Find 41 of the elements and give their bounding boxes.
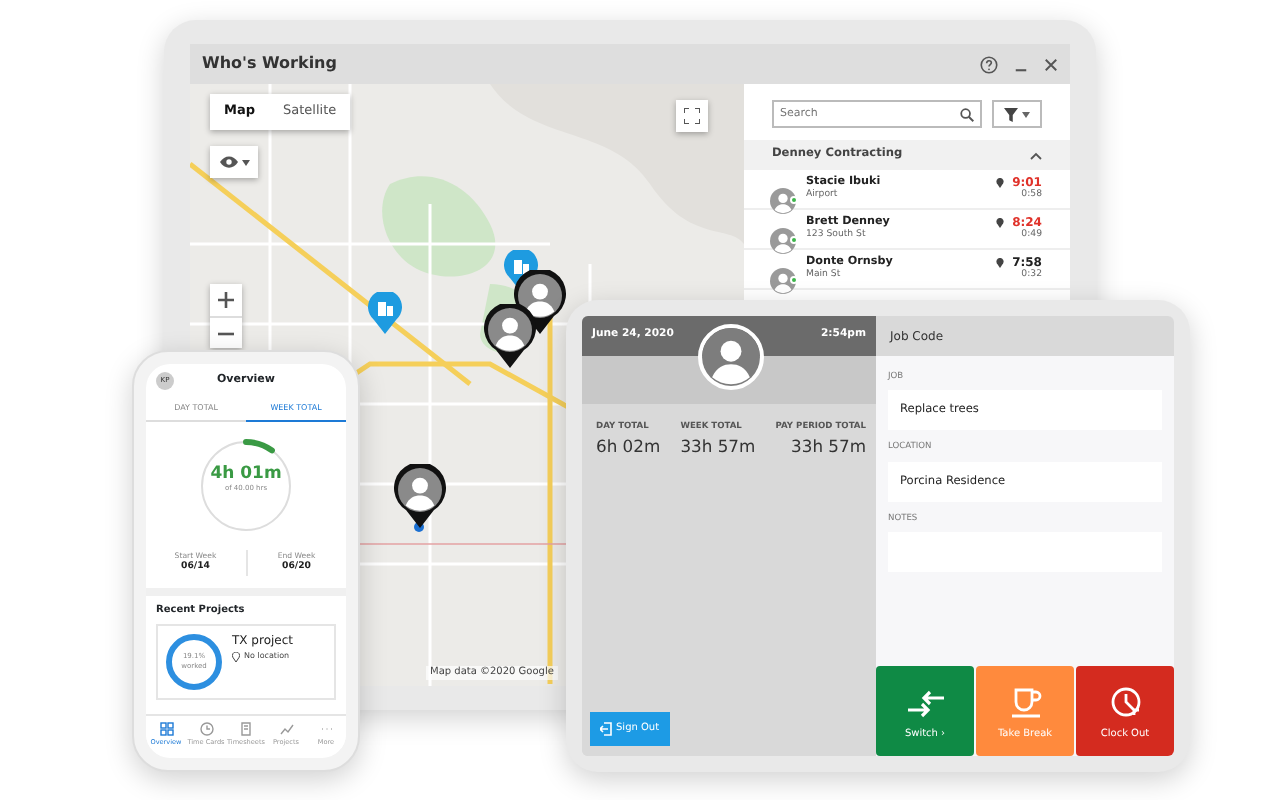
stat-value: 33h 57m <box>680 434 756 461</box>
zoom-in-button[interactable] <box>210 284 242 316</box>
document-icon <box>239 722 253 737</box>
park-area <box>382 176 496 277</box>
close-icon[interactable] <box>1044 57 1058 71</box>
person-pin-icon <box>394 464 446 528</box>
fullscreen-button[interactable] <box>676 100 708 132</box>
avatar-icon <box>770 268 796 295</box>
grid-icon <box>159 722 173 737</box>
person-pin-icon <box>484 304 536 368</box>
clock-icon <box>1109 685 1141 717</box>
help-icon[interactable] <box>980 55 998 73</box>
pin-icon <box>996 178 1005 189</box>
window-title: Who's Working <box>202 52 337 76</box>
caret-icon <box>241 159 249 165</box>
caret-icon <box>1022 111 1030 117</box>
coffee-cup-icon <box>1009 685 1041 717</box>
eye-icon <box>219 156 237 168</box>
stat-value: 6h 02m <box>596 434 661 461</box>
sign-out-icon <box>600 721 612 736</box>
avatar-icon <box>770 188 796 215</box>
filter-button[interactable] <box>992 100 1042 128</box>
filter-icon <box>1004 107 1018 121</box>
visibility-dropdown[interactable] <box>210 146 258 178</box>
avatar-icon <box>770 228 796 255</box>
stat-value: 33h 57m <box>789 434 866 461</box>
pin-icon <box>232 651 240 662</box>
zoom-out-button[interactable] <box>210 316 242 348</box>
chart-icon <box>279 722 293 737</box>
pin-icon <box>996 218 1005 229</box>
ring-icon <box>164 632 224 693</box>
building-pin-icon <box>368 292 402 334</box>
caret-icon <box>1030 151 1042 159</box>
clock-icon <box>199 722 213 737</box>
avatar-icon <box>698 324 764 390</box>
total-hours: 4h 01m <box>208 466 284 483</box>
switch-icon <box>907 689 943 717</box>
plus-icon <box>218 292 234 308</box>
pin-icon <box>996 258 1005 269</box>
fullscreen-icon <box>684 108 700 124</box>
search-icon <box>960 107 974 121</box>
